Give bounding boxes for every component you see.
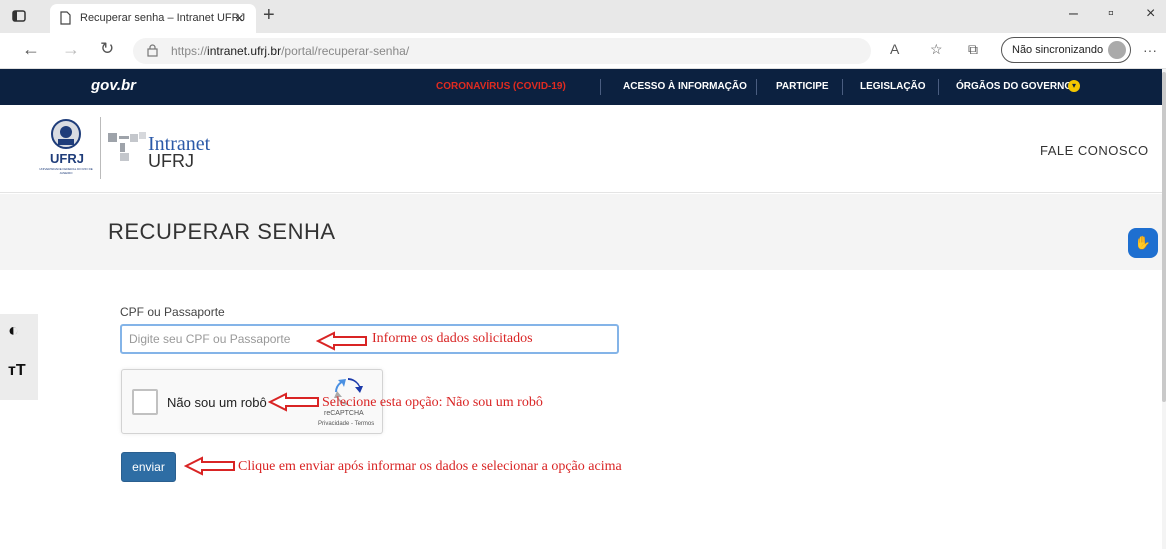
recaptcha-terms-link[interactable]: Privacidade - Termos (318, 421, 374, 427)
ufrj-logo-subtitle: UNIVERSIDADE FEDERAL DO RIO DE JANEIRO (39, 167, 93, 175)
govbr-separator (600, 79, 601, 95)
enviar-button[interactable]: enviar (121, 452, 176, 482)
url-host: intranet.ufrj.br (207, 44, 282, 58)
url-path: /portal/recuperar-senha/ (281, 44, 410, 58)
refresh-icon[interactable]: ↻ (100, 39, 114, 59)
vlibras-hand-icon[interactable]: ✋ (1128, 228, 1158, 258)
govbr-separator (756, 79, 757, 95)
govbr-separator (938, 79, 939, 95)
fale-conosco-link[interactable]: FALE CONOSCO (1040, 143, 1149, 158)
url-text[interactable]: https://intranet.ufrj.br/portal/recupera… (171, 44, 409, 58)
tab-close-icon[interactable]: × (235, 10, 244, 27)
recaptcha-brand: reCAPTCHA (324, 410, 364, 417)
ufrj-logo-caption: UFRJ (50, 151, 84, 166)
govbr-link-orgaos[interactable]: ÓRGÃOS DO GOVERNO (956, 81, 1072, 92)
lock-icon[interactable] (147, 44, 158, 62)
browser-tab-bar: Recuperar senha – Intranet UFRJ × + – ▫ … (0, 0, 1166, 33)
back-icon[interactable]: ← (22, 39, 40, 60)
govbr-link-acesso[interactable]: ACESSO À INFORMAÇÃO (623, 81, 747, 92)
more-icon[interactable]: ··· (1143, 42, 1157, 58)
govbr-logo[interactable]: gov.br (91, 77, 136, 94)
address-toolbar: ← → ↻ https://intranet.ufrj.br/portal/re… (0, 33, 1166, 69)
annotation-arrow-1 (316, 331, 367, 351)
page-icon (60, 11, 71, 30)
annotation-arrow-2 (268, 392, 319, 412)
chevron-down-icon[interactable]: ▾ (1068, 80, 1080, 92)
govbr-link-participe[interactable]: PARTICIPE (776, 81, 829, 92)
govbr-link-covid[interactable]: CORONAVÍRUS (COVID-19) (436, 81, 566, 92)
intranet-subtitle: UFRJ (148, 151, 194, 171)
read-aloud-icon[interactable]: A (890, 41, 899, 57)
annotation-note-1: Informe os dados solicitados (372, 331, 533, 346)
contrast-icon[interactable]: ◐ (8, 320, 19, 341)
annotation-note-2: Selecione esta opção: Não sou um robô (322, 395, 543, 410)
annotation-arrow-3 (184, 456, 235, 476)
title-band: RECUPERAR SENHA (0, 194, 1162, 270)
url-bar[interactable]: https://intranet.ufrj.br/portal/recupera… (133, 38, 871, 64)
close-window-button[interactable]: × (1146, 5, 1155, 23)
profile-avatar (1108, 41, 1126, 59)
tab-title: Recuperar senha – Intranet UFRJ (80, 12, 246, 24)
cpf-input[interactable] (120, 324, 619, 354)
favorites-icon[interactable]: ☆ (930, 41, 943, 58)
govbr-bar: gov.br CORONAVÍRUS (COVID-19) ACESSO À I… (0, 69, 1162, 105)
new-tab-button[interactable]: + (263, 4, 275, 27)
scrollbar-thumb[interactable] (1162, 72, 1166, 402)
site-header: UFRJ UNIVERSIDADE FEDERAL DO RIO DE JANE… (0, 105, 1162, 193)
collections-icon[interactable]: ⧉ (968, 41, 978, 58)
ufrj-logo[interactable]: UFRJ UNIVERSIDADE FEDERAL DO RIO DE JANE… (36, 117, 96, 179)
sync-label: Não sincronizando (1012, 44, 1104, 56)
annotation-note-3: Clique em enviar após informar os dados … (238, 459, 622, 474)
cpf-label: CPF ou Passaporte (120, 305, 225, 319)
recaptcha-checkbox[interactable] (132, 389, 158, 415)
accessibility-bar: ◐ тT (0, 314, 38, 400)
recaptcha-label: Não sou um robô (167, 395, 267, 410)
font-size-icon[interactable]: тT (8, 362, 26, 380)
govbr-separator (842, 79, 843, 95)
page-title: RECUPERAR SENHA (108, 219, 336, 244)
forward-icon[interactable]: → (62, 39, 80, 60)
restore-button[interactable]: ▫ (1108, 5, 1114, 23)
url-prefix: https:// (171, 44, 208, 58)
govbr-link-legislacao[interactable]: LEGISLAÇÃO (860, 81, 926, 92)
minimize-button[interactable]: – (1069, 5, 1078, 23)
browser-tab[interactable]: Recuperar senha – Intranet UFRJ × (50, 4, 256, 33)
sync-button[interactable]: Não sincronizando (1001, 37, 1131, 63)
tab-actions-icon[interactable] (12, 9, 28, 25)
logo-divider (100, 117, 101, 179)
